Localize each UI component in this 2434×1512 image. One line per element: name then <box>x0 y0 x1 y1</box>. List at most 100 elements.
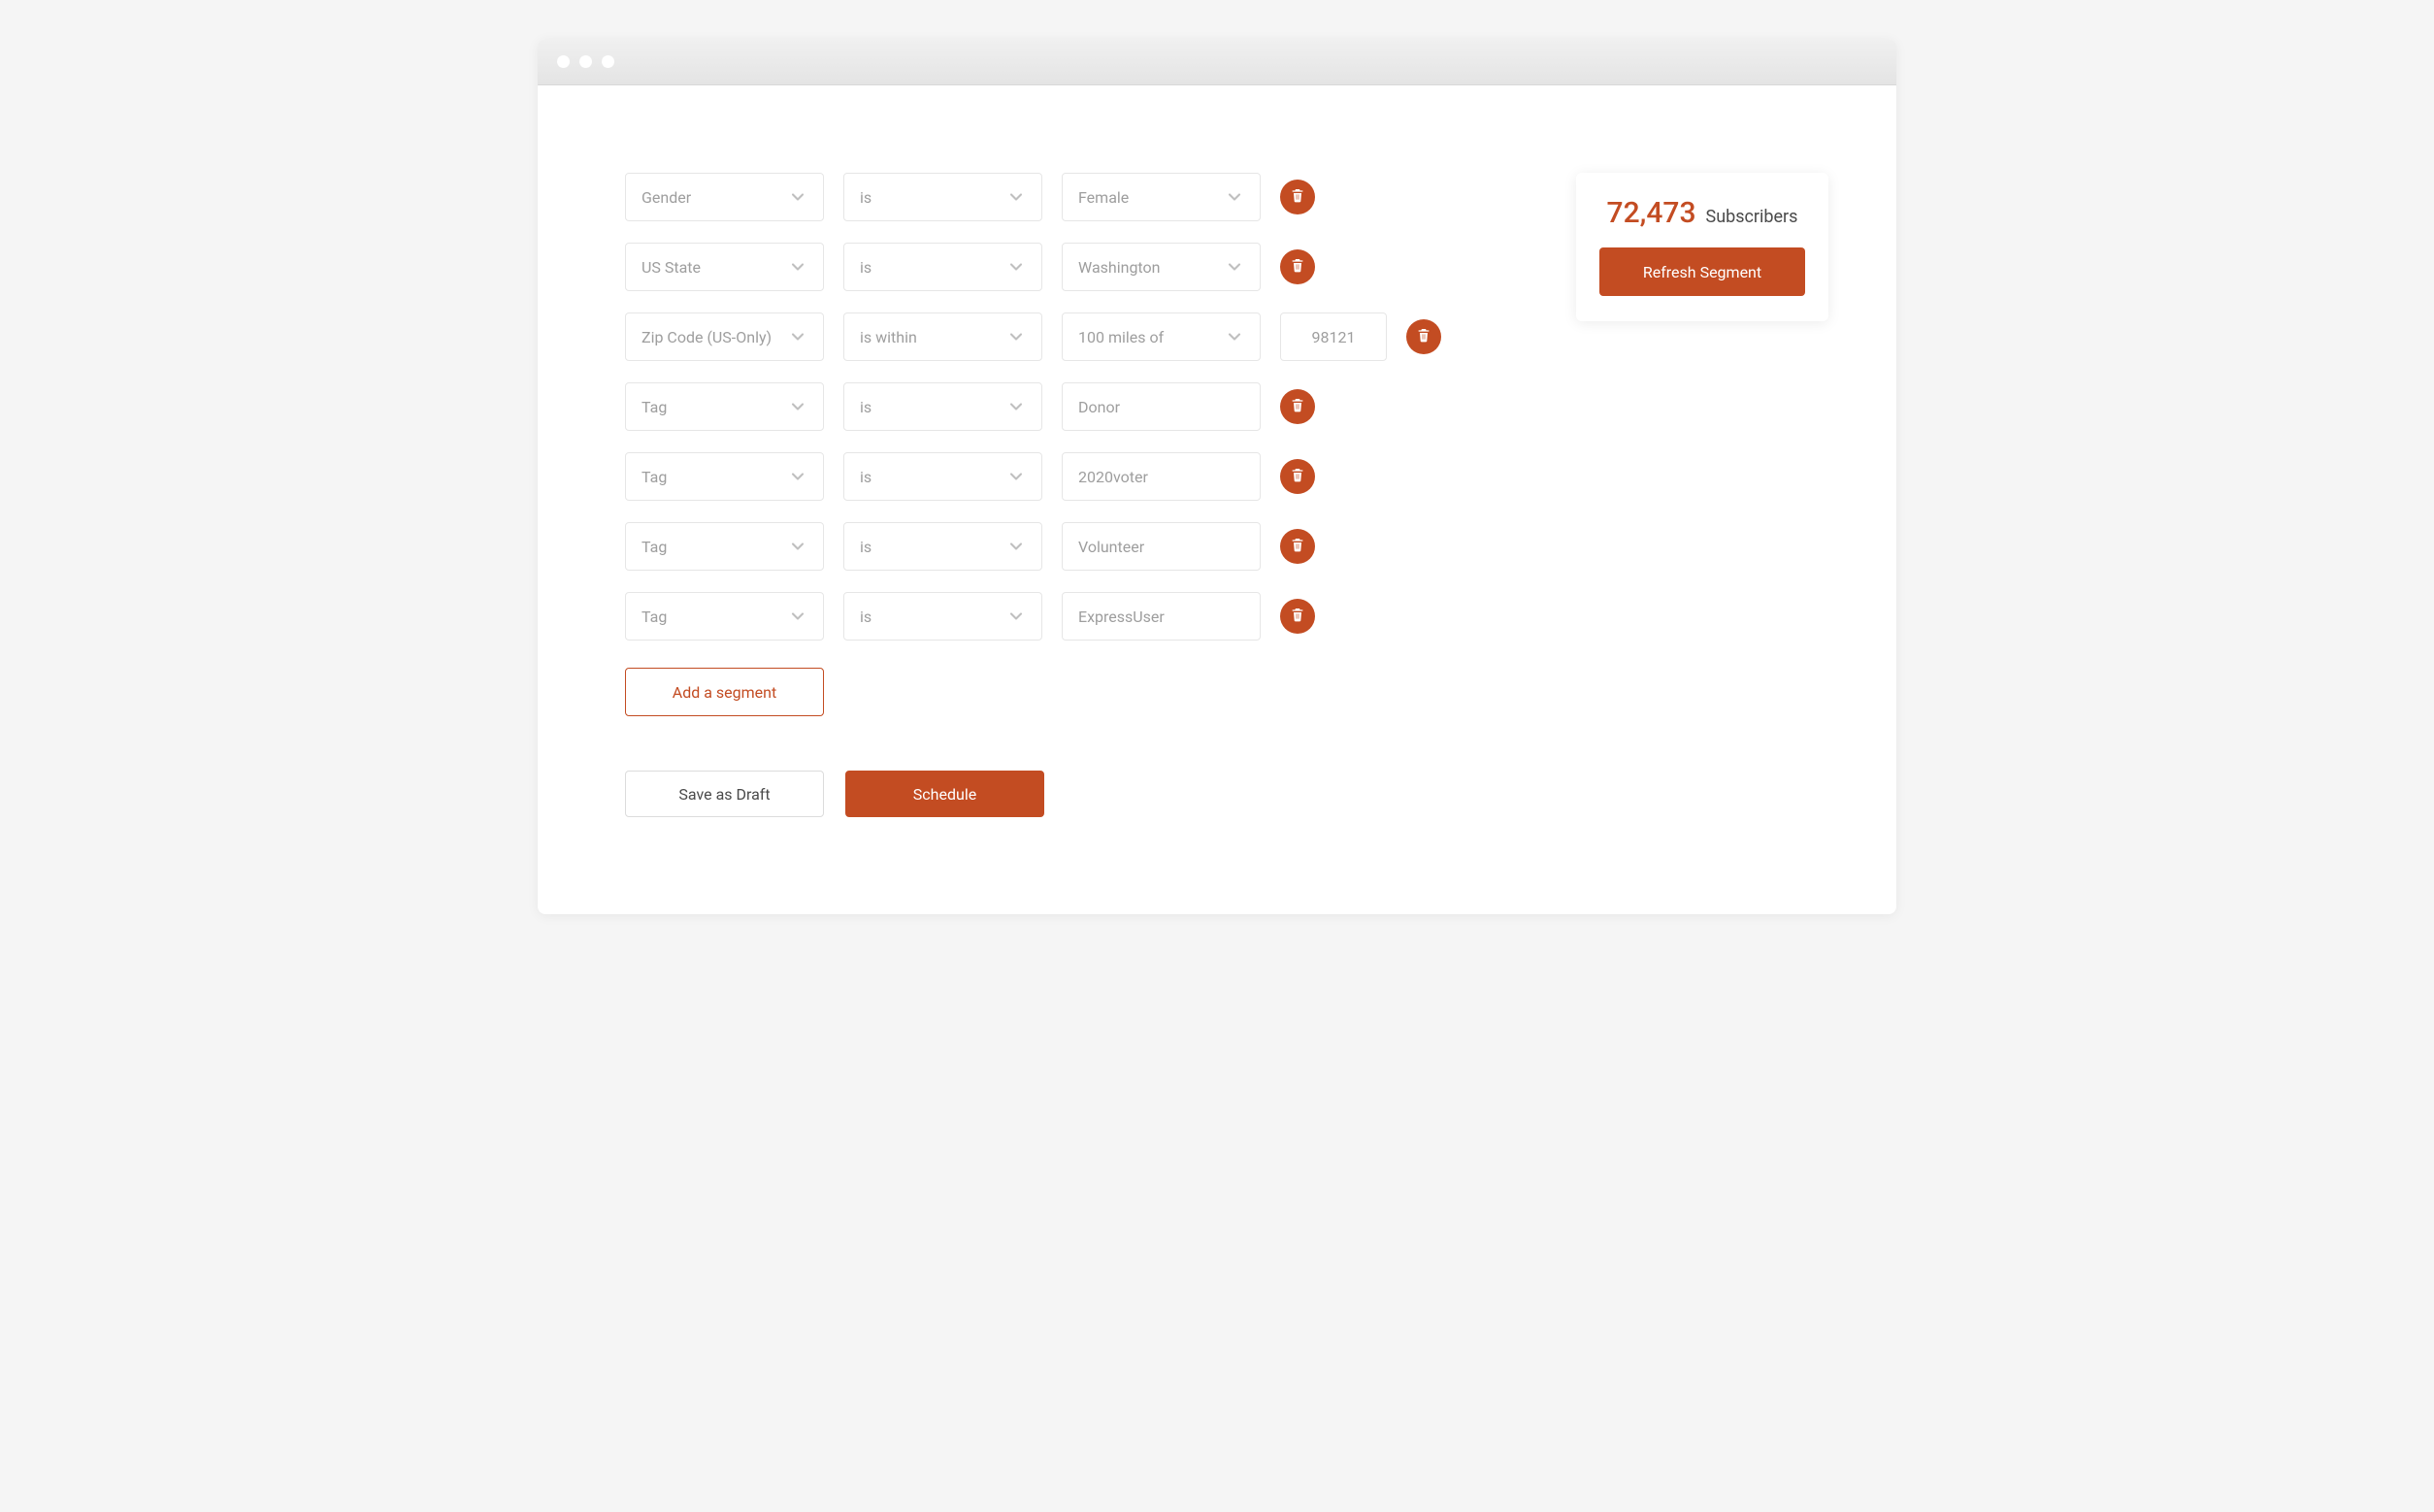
filter-field-label: Gender <box>641 188 691 207</box>
subscriber-card: 72,473 Subscribers Refresh Segment <box>1576 173 1828 321</box>
filter-field-select[interactable]: Tag <box>625 452 824 501</box>
filter-operator-label: is within <box>860 328 917 346</box>
filter-row: Tag is Volunteer <box>625 522 1460 571</box>
filter-operator-label: is <box>860 468 872 486</box>
browser-frame: Gender is Female US State is Washington Zip Co… <box>538 39 1896 914</box>
filter-value-label: ExpressUser <box>1078 608 1165 626</box>
save-draft-button[interactable]: Save as Draft <box>625 771 824 817</box>
chevron-down-icon <box>788 327 807 346</box>
filter-field-select[interactable]: Tag <box>625 522 824 571</box>
delete-filter-button[interactable] <box>1280 459 1315 494</box>
save-draft-label: Save as Draft <box>678 785 770 804</box>
chevron-down-icon <box>1225 187 1244 207</box>
delete-filter-button[interactable] <box>1280 249 1315 284</box>
browser-chrome <box>538 39 1896 85</box>
chevron-down-icon <box>1006 467 1026 486</box>
chevron-down-icon <box>1225 327 1244 346</box>
filter-value-select[interactable]: 2020voter <box>1062 452 1261 501</box>
filter-field-label: Tag <box>641 538 667 556</box>
filter-field-select[interactable]: Tag <box>625 382 824 431</box>
action-row: Save as Draft Schedule <box>625 771 1460 817</box>
delete-filter-button[interactable] <box>1280 529 1315 564</box>
filter-operator-label: is <box>860 608 872 626</box>
window-dot <box>602 55 614 68</box>
chevron-down-icon <box>788 607 807 626</box>
filter-operator-label: is <box>860 258 872 277</box>
chevron-down-icon <box>788 397 807 416</box>
filter-value-label: Volunteer <box>1078 538 1144 556</box>
filter-operator-label: is <box>860 538 872 556</box>
filter-extra-value: 98121 <box>1312 328 1356 346</box>
filter-row: Tag is Donor <box>625 382 1460 431</box>
filter-value-select[interactable]: Donor <box>1062 382 1261 431</box>
trash-icon <box>1290 187 1305 207</box>
filter-operator-select[interactable]: is within <box>843 312 1042 361</box>
filter-rows-container: Gender is Female US State is Washington Zip Co… <box>625 173 1460 641</box>
filter-value-label: 2020voter <box>1078 468 1148 486</box>
trash-icon <box>1290 607 1305 626</box>
subscriber-label: Subscribers <box>1706 207 1798 227</box>
subscriber-header: 72,473 Subscribers <box>1599 196 1805 230</box>
filter-value-select[interactable]: Washington <box>1062 243 1261 291</box>
sidebar-column: 72,473 Subscribers Refresh Segment <box>1576 173 1828 817</box>
filter-row: US State is Washington <box>625 243 1460 291</box>
filter-value-label: Washington <box>1078 258 1160 277</box>
filter-field-label: Tag <box>641 398 667 416</box>
filter-value-label: Donor <box>1078 398 1120 416</box>
filters-column: Gender is Female US State is Washington Zip Co… <box>625 173 1460 817</box>
chevron-down-icon <box>788 537 807 556</box>
window-dot <box>557 55 570 68</box>
chevron-down-icon <box>1006 187 1026 207</box>
filter-operator-label: is <box>860 398 872 416</box>
delete-filter-button[interactable] <box>1280 180 1315 214</box>
add-segment-label: Add a segment <box>673 683 776 702</box>
chevron-down-icon <box>1006 607 1026 626</box>
filter-field-label: Zip Code (US-Only) <box>641 328 772 346</box>
schedule-label: Schedule <box>913 785 976 804</box>
filter-operator-select[interactable]: is <box>843 382 1042 431</box>
trash-icon <box>1290 397 1305 416</box>
trash-icon <box>1290 257 1305 277</box>
filter-field-label: Tag <box>641 468 667 486</box>
chevron-down-icon <box>788 467 807 486</box>
filter-value-select[interactable]: 100 miles of <box>1062 312 1261 361</box>
filter-field-label: US State <box>641 258 701 277</box>
subscriber-count: 72,473 <box>1607 196 1696 230</box>
chevron-down-icon <box>1006 327 1026 346</box>
filter-field-select[interactable]: Gender <box>625 173 824 221</box>
filter-operator-select[interactable]: is <box>843 592 1042 641</box>
filter-field-select[interactable]: US State <box>625 243 824 291</box>
filter-field-select[interactable]: Zip Code (US-Only) <box>625 312 824 361</box>
filter-operator-select[interactable]: is <box>843 522 1042 571</box>
chevron-down-icon <box>788 187 807 207</box>
delete-filter-button[interactable] <box>1406 319 1441 354</box>
filter-operator-select[interactable]: is <box>843 452 1042 501</box>
filter-value-select[interactable]: ExpressUser <box>1062 592 1261 641</box>
filter-field-label: Tag <box>641 608 667 626</box>
filter-value-select[interactable]: Female <box>1062 173 1261 221</box>
filter-field-select[interactable]: Tag <box>625 592 824 641</box>
filter-value-label: Female <box>1078 188 1129 207</box>
filter-operator-select[interactable]: is <box>843 173 1042 221</box>
filter-value-label: 100 miles of <box>1078 328 1164 346</box>
window-dot <box>579 55 592 68</box>
schedule-button[interactable]: Schedule <box>845 771 1044 817</box>
filter-row: Zip Code (US-Only) is within 100 miles of 9… <box>625 312 1460 361</box>
content-area: Gender is Female US State is Washington Zip Co… <box>538 85 1896 914</box>
trash-icon <box>1416 327 1431 346</box>
delete-filter-button[interactable] <box>1280 599 1315 634</box>
add-segment-button[interactable]: Add a segment <box>625 668 824 716</box>
filter-extra-input[interactable]: 98121 <box>1280 312 1387 361</box>
refresh-segment-button[interactable]: Refresh Segment <box>1599 247 1805 296</box>
filter-row: Gender is Female <box>625 173 1460 221</box>
filter-operator-select[interactable]: is <box>843 243 1042 291</box>
filter-value-select[interactable]: Volunteer <box>1062 522 1261 571</box>
trash-icon <box>1290 467 1305 486</box>
chevron-down-icon <box>1006 257 1026 277</box>
filter-row: Tag is 2020voter <box>625 452 1460 501</box>
delete-filter-button[interactable] <box>1280 389 1315 424</box>
chevron-down-icon <box>788 257 807 277</box>
refresh-segment-label: Refresh Segment <box>1643 263 1761 281</box>
filter-row: Tag is ExpressUser <box>625 592 1460 641</box>
chevron-down-icon <box>1006 397 1026 416</box>
